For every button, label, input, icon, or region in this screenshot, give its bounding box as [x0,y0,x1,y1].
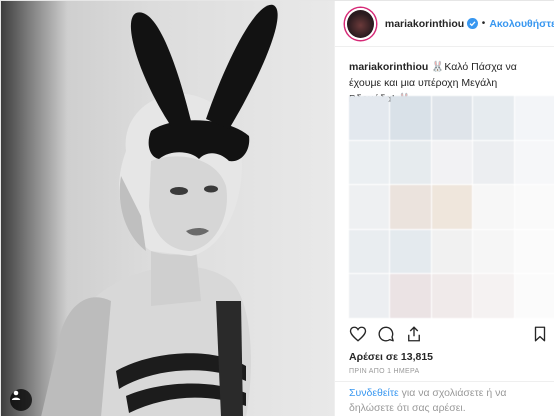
post-modal: mariakorinthiou • Ακολουθήστε mariakorin… [0,0,554,416]
caption-username[interactable]: mariakorinthiou [349,61,428,73]
verified-badge-icon [467,18,478,29]
heart-icon[interactable] [349,325,367,343]
blurred-comment-cell [514,274,554,318]
avatar[interactable] [345,7,376,40]
blurred-comment-cell [514,96,554,140]
blurred-comment-cell [390,274,431,318]
blurred-comment-cell [473,140,514,185]
post-photo[interactable] [1,1,334,416]
blurred-comment-cell [431,185,473,229]
blurred-comment-cell [431,140,473,185]
share-icon[interactable] [405,325,423,343]
blurred-comment-cell [390,185,431,229]
blurred-comment-cell [349,274,390,318]
blurred-comment-cell [473,185,514,229]
comments-area-blurred [349,96,554,318]
blurred-comment-cell [431,274,473,318]
blurred-comment-cell [390,96,431,140]
blurred-comment-cell [473,96,514,140]
blurred-comment-cell [431,229,473,274]
separator: • [481,18,486,29]
blurred-comment-cell [349,229,390,274]
follow-button[interactable]: Ακολουθήστε [489,18,554,30]
blurred-comment-cell [514,229,554,274]
blurred-comment-cell [349,185,390,229]
blurred-comment-grid [349,96,554,318]
blurred-comment-cell [349,140,390,185]
blurred-comment-cell [390,229,431,274]
post-header: mariakorinthiou • Ακολουθήστε [335,1,554,47]
blurred-comment-cell [473,274,514,318]
username-link[interactable]: mariakorinthiou [385,18,464,30]
post-timestamp: ΠΡΙΝ ΑΠΟ 1 ΗΜΕΡΑ [349,368,420,375]
blurred-comment-cell [349,96,390,140]
blurred-comment-cell [514,140,554,185]
user-tag-icon[interactable] [10,389,32,411]
action-bar [349,323,549,345]
blurred-comment-cell [431,96,473,140]
bookmark-icon[interactable] [531,325,549,343]
photo-illustration [41,4,278,416]
post-sidebar: mariakorinthiou • Ακολουθήστε mariakorin… [334,1,554,416]
login-prompt: Συνδεθείτε για να σχολιάσετε ή να δηλώσε… [335,381,554,416]
login-link[interactable]: Συνδεθείτε [349,387,399,399]
blurred-comment-cell [390,140,431,185]
blurred-comment-cell [514,185,554,229]
likes-count[interactable]: Αρέσει σε 13,815 [349,351,433,363]
comment-icon[interactable] [377,325,395,343]
caption-emoji-start: 🐰 [431,61,445,73]
blurred-comment-cell [473,229,514,274]
